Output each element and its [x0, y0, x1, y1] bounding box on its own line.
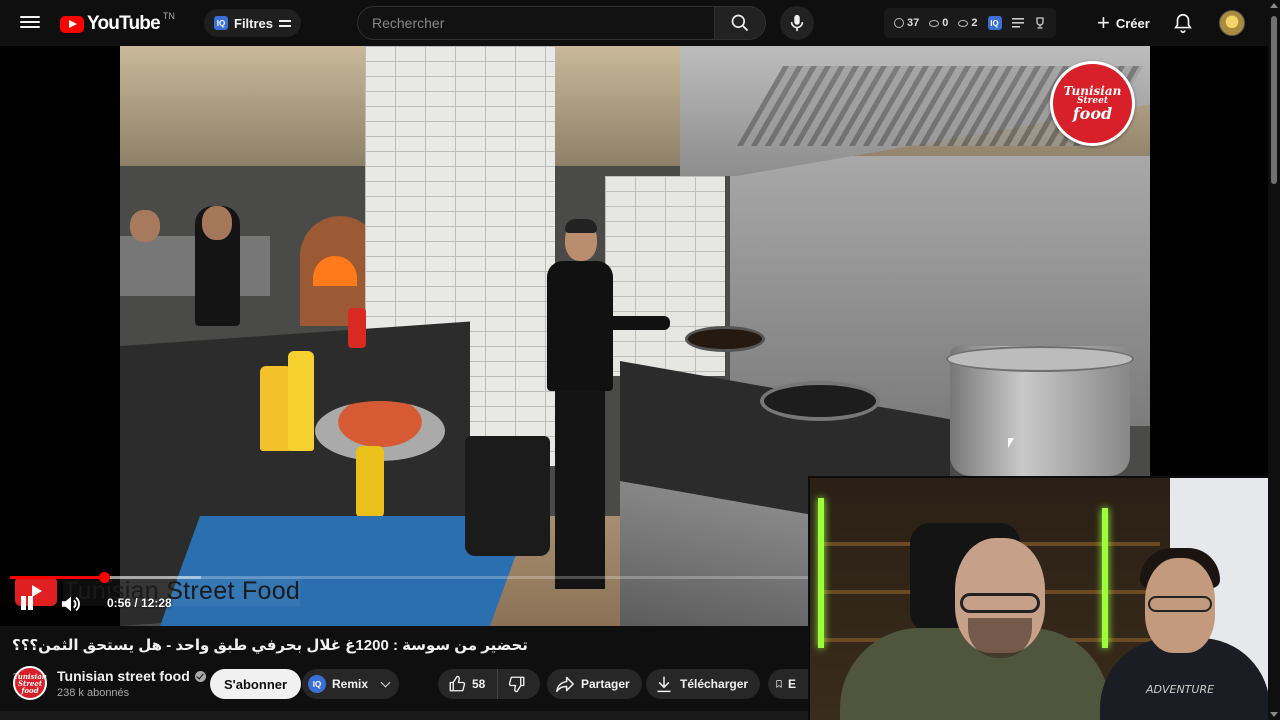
channel-avatar[interactable]: Tunisian Street food [13, 666, 47, 700]
sliders-icon [279, 18, 292, 28]
mouse-cursor-icon [1008, 438, 1014, 448]
scroll-up-arrow-icon[interactable] [1270, 3, 1278, 8]
create-label: Créer [1115, 15, 1150, 31]
views-count-a: 0 [942, 17, 949, 29]
search-button[interactable] [714, 6, 766, 40]
subscriber-count: 238 k abonnés [57, 687, 130, 699]
video-title: تحضير من سوسة : 1200غ غلال بحرفي طبق واح… [12, 637, 528, 654]
watermark-line3: food [1072, 104, 1113, 123]
eye-icon [929, 19, 940, 27]
account-avatar[interactable] [1219, 10, 1245, 36]
progress-scrubber-handle[interactable] [98, 572, 110, 583]
notifications-bell-icon[interactable] [1172, 12, 1194, 34]
iq-badge-icon: IQ [308, 675, 326, 693]
time-display: 0:56 / 12:28 [107, 596, 172, 610]
page-scrollbar[interactable] [1268, 0, 1280, 720]
facecam-overlay: ADVENTURE [808, 476, 1280, 720]
remix-button[interactable]: IQ Remix [302, 669, 400, 699]
chevron-down-icon [380, 677, 391, 687]
logo-text: YouTube [87, 13, 161, 34]
pause-icon[interactable] [18, 594, 36, 614]
player-controls: 0:56 / 12:28 [0, 586, 400, 622]
save-button[interactable]: E [768, 669, 808, 699]
iq-badge-icon[interactable]: IQ [987, 16, 1002, 30]
clock-icon [894, 18, 904, 28]
share-label: Partager [581, 677, 630, 691]
history-count: 37 [907, 17, 920, 29]
menu-icon[interactable] [20, 13, 40, 33]
history-stat: 37 [894, 17, 919, 29]
share-button[interactable]: Partager [547, 669, 642, 699]
subscribe-button[interactable]: S'abonner [210, 669, 302, 699]
channel-name: Tunisian street food [57, 668, 190, 684]
microphone-icon [790, 14, 804, 32]
channel-name-link[interactable]: Tunisian street food [57, 668, 206, 684]
iq-badge-icon: IQ [214, 16, 228, 30]
verified-check-icon [194, 670, 206, 682]
logo-region: TN [162, 11, 175, 21]
volume-icon[interactable] [60, 594, 82, 614]
filters-button[interactable]: IQ Filtres [204, 9, 302, 37]
remix-label: Remix [332, 677, 369, 691]
dislike-button[interactable] [498, 669, 538, 699]
thumbs-up-icon [449, 675, 466, 692]
download-icon [657, 676, 671, 693]
youtube-logo[interactable]: YouTube TN [60, 11, 175, 35]
voice-search-button[interactable] [780, 6, 814, 40]
masthead: YouTube TN IQ Filtres 37 0 2 IQ + Cré [0, 0, 1280, 46]
eye-icon [958, 19, 969, 27]
trophy-icon[interactable] [1034, 17, 1046, 29]
like-count: 58 [472, 677, 486, 691]
description-box-edge [0, 711, 808, 720]
like-dislike-group: 58 [438, 669, 540, 699]
thumbs-down-icon [509, 676, 525, 693]
extension-stats-bar[interactable]: 37 0 2 IQ [884, 8, 1056, 38]
download-button[interactable]: Télécharger [646, 669, 761, 699]
progress-played [10, 576, 104, 579]
views-stat-a: 0 [929, 17, 948, 29]
download-label: Télécharger [680, 677, 749, 691]
search-input[interactable] [372, 15, 714, 31]
youtube-play-icon [60, 15, 84, 33]
channel-watermark-logo[interactable]: Tunisian Street food [1050, 61, 1135, 146]
list-icon[interactable] [1011, 18, 1024, 28]
filters-label: Filtres [234, 15, 274, 31]
shirt-print: ADVENTURE [1145, 683, 1215, 696]
views-stat-b: 2 [958, 17, 978, 29]
scrollbar-thumb[interactable] [1271, 16, 1277, 184]
views-count-b: 2 [971, 17, 978, 29]
save-label: E [787, 677, 796, 691]
search-icon [731, 14, 749, 32]
bookmark-icon [776, 680, 782, 688]
scroll-down-arrow-icon[interactable] [1270, 712, 1278, 717]
create-button[interactable]: + Créer [1085, 6, 1162, 40]
plus-icon: + [1097, 10, 1110, 35]
search-box [357, 6, 714, 40]
share-icon [556, 676, 574, 693]
like-button[interactable]: 58 [438, 669, 499, 699]
